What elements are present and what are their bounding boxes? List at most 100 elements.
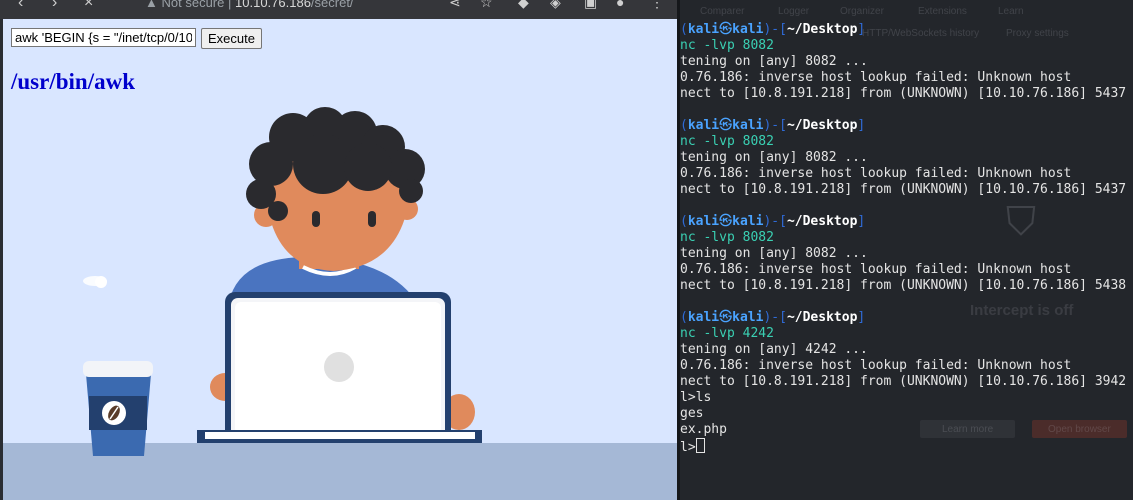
terminal-cursor — [695, 438, 705, 453]
terminal-prompt-line: (kali㉿kali)-[~/Desktop] — [680, 22, 1126, 38]
command-input[interactable] — [11, 28, 196, 47]
prompt-open: ( — [680, 22, 688, 37]
coffee-cup — [83, 361, 153, 456]
terminal-output-line: 0.76.186: inverse host lookup failed: Un… — [680, 262, 1126, 278]
terminal-output-line: 0.76.186: inverse host lookup failed: Un… — [680, 70, 1126, 86]
command-form: Execute — [11, 28, 262, 49]
terminal-output-line: l>ls — [680, 390, 1126, 406]
prompt-host: kali — [732, 310, 764, 325]
share-icon[interactable]: ⋖ — [449, 0, 461, 11]
steam-puff — [83, 276, 107, 288]
address-bar[interactable]: ▲ Not secure | 10.10.76.186/secret/ — [145, 0, 354, 10]
terminal-output-text: tening on [any] 8082 ... — [680, 150, 868, 165]
terminal-output-line: tening on [any] 8082 ... — [680, 54, 1126, 70]
terminal-output-text: 0.76.186: inverse host lookup failed: Un… — [680, 166, 1072, 181]
terminal-output-text: nect to [10.8.191.218] from (UNKNOWN) [1… — [680, 86, 1127, 101]
extension-icon[interactable]: ◆ — [518, 0, 529, 11]
prompt-at: ㉿ — [719, 310, 733, 325]
terminal-output-line: 0.76.186: inverse host lookup failed: Un… — [680, 166, 1126, 182]
address-security: Not secure — [161, 0, 225, 10]
laptop — [197, 292, 482, 443]
terminal-command: nc -lvp 4242 — [680, 326, 774, 341]
forward-icon[interactable]: › — [52, 0, 57, 12]
terminal-output-text: tening on [any] 8082 ... — [680, 54, 868, 69]
terminal-input-line[interactable]: l> — [680, 438, 1126, 455]
web-page: Execute /usr/bin/awk — [3, 19, 677, 500]
result-heading: /usr/bin/awk — [11, 69, 135, 94]
terminal-output-text: nect to [10.8.191.218] from (UNKNOWN) [1… — [680, 278, 1127, 293]
terminal-command: nc -lvp 8082 — [680, 38, 774, 53]
terminal-output-line: nect to [10.8.191.218] from (UNKNOWN) [1… — [680, 278, 1126, 294]
prompt-user: kali — [687, 214, 720, 229]
terminal-output-text: 0.76.186: inverse host lookup failed: Un… — [680, 358, 1072, 373]
terminal-output-text: ex.php — [680, 422, 727, 437]
terminal-output-text: l>ls — [680, 390, 712, 405]
prompt-mid: )-[ — [763, 22, 787, 37]
terminal-output-line: nect to [10.8.191.218] from (UNKNOWN) [1… — [680, 86, 1126, 102]
bg-tab: Extensions — [918, 6, 967, 17]
bg-tab: Organizer — [840, 6, 884, 17]
not-secure-icon: ▲ — [145, 0, 158, 10]
address-path: /secret/ — [310, 0, 354, 10]
prompt-user: kali — [687, 22, 720, 37]
terminal-blank-line — [680, 198, 1126, 214]
tab-icon[interactable]: ▣ — [584, 0, 597, 11]
terminal-prompt-line: (kali㉿kali)-[~/Desktop] — [680, 118, 1126, 134]
prompt-at: ㉿ — [719, 214, 733, 229]
extension-badge-icon[interactable]: ◈ — [550, 0, 561, 11]
prompt-mid: )-[ — [763, 310, 787, 325]
prompt-path: ~/Desktop — [786, 118, 858, 133]
prompt-path: ~/Desktop — [786, 22, 858, 37]
terminal-blank-line — [680, 102, 1126, 118]
back-icon[interactable]: ‹ — [18, 0, 23, 12]
bg-tab: Logger — [778, 6, 810, 17]
menu-icon[interactable]: ⋮ — [650, 0, 664, 11]
terminal-window[interactable]: Comparer Logger Organizer Extensions Lea… — [680, 0, 1133, 500]
prompt-user: kali — [687, 118, 720, 133]
prompt-user: kali — [687, 310, 720, 325]
prompt-path: ~/Desktop — [786, 310, 858, 325]
prompt-host: kali — [732, 214, 764, 229]
profile-icon[interactable]: ● — [616, 0, 624, 10]
terminal-output-line: tening on [any] 4242 ... — [680, 342, 1126, 358]
address-separator: | — [228, 0, 232, 10]
address-host: 10.10.76.186 — [235, 0, 311, 10]
terminal-prompt-line: (kali㉿kali)-[~/Desktop] — [680, 214, 1126, 230]
browser-toolbar: ‹ › × ▲ Not secure | 10.10.76.186/secret… — [0, 0, 677, 19]
terminal-output-line: tening on [any] 8082 ... — [680, 150, 1126, 166]
terminal-output-text: 0.76.186: inverse host lookup failed: Un… — [680, 70, 1072, 85]
prompt-host: kali — [732, 22, 764, 37]
prompt-close: ] — [857, 118, 866, 133]
terminal-output-text: tening on [any] 8082 ... — [680, 246, 868, 261]
prompt-mid: )-[ — [763, 214, 787, 229]
terminal-output: (kali㉿kali)-[~/Desktop] nc -lvp 8082 tenin… — [680, 22, 1127, 455]
terminal-output-text: nect to [10.8.191.218] from (UNKNOWN) [1… — [680, 374, 1127, 389]
terminal-command-line: nc -lvp 8082 — [680, 38, 1126, 54]
terminal-prompt-line: (kali㉿kali)-[~/Desktop] — [680, 310, 1126, 326]
bg-tab: Comparer — [700, 6, 745, 17]
execute-button[interactable]: Execute — [201, 28, 262, 49]
terminal-output-line: nect to [10.8.191.218] from (UNKNOWN) [1… — [680, 182, 1126, 198]
terminal-output-text: nect to [10.8.191.218] from (UNKNOWN) [1… — [680, 182, 1127, 197]
prompt-close: ] — [857, 22, 866, 37]
prompt-at: ㉿ — [719, 118, 733, 133]
terminal-blank-line — [680, 294, 1126, 310]
terminal-output-line: tening on [any] 8082 ... — [680, 246, 1126, 262]
prompt-open: ( — [680, 310, 688, 325]
prompt-close: ] — [857, 214, 866, 229]
prompt-open: ( — [680, 214, 688, 229]
prompt-mid: )-[ — [763, 118, 787, 133]
terminal-command: nc -lvp 8082 — [680, 230, 774, 245]
prompt-close: ] — [857, 310, 866, 325]
prompt-at: ㉿ — [719, 22, 733, 37]
bg-tab: Learn — [998, 6, 1024, 17]
terminal-output-line: ges — [680, 406, 1126, 422]
close-icon[interactable]: × — [84, 0, 93, 12]
bookmark-star-icon[interactable]: ☆ — [480, 0, 493, 11]
prompt-open: ( — [680, 118, 688, 133]
terminal-command: nc -lvp 8082 — [680, 134, 774, 149]
terminal-output-text: tening on [any] 4242 ... — [680, 342, 868, 357]
terminal-final-prompt: l> — [680, 440, 696, 455]
terminal-output-text: ges — [680, 406, 704, 421]
terminal-output-text: 0.76.186: inverse host lookup failed: Un… — [680, 262, 1072, 277]
